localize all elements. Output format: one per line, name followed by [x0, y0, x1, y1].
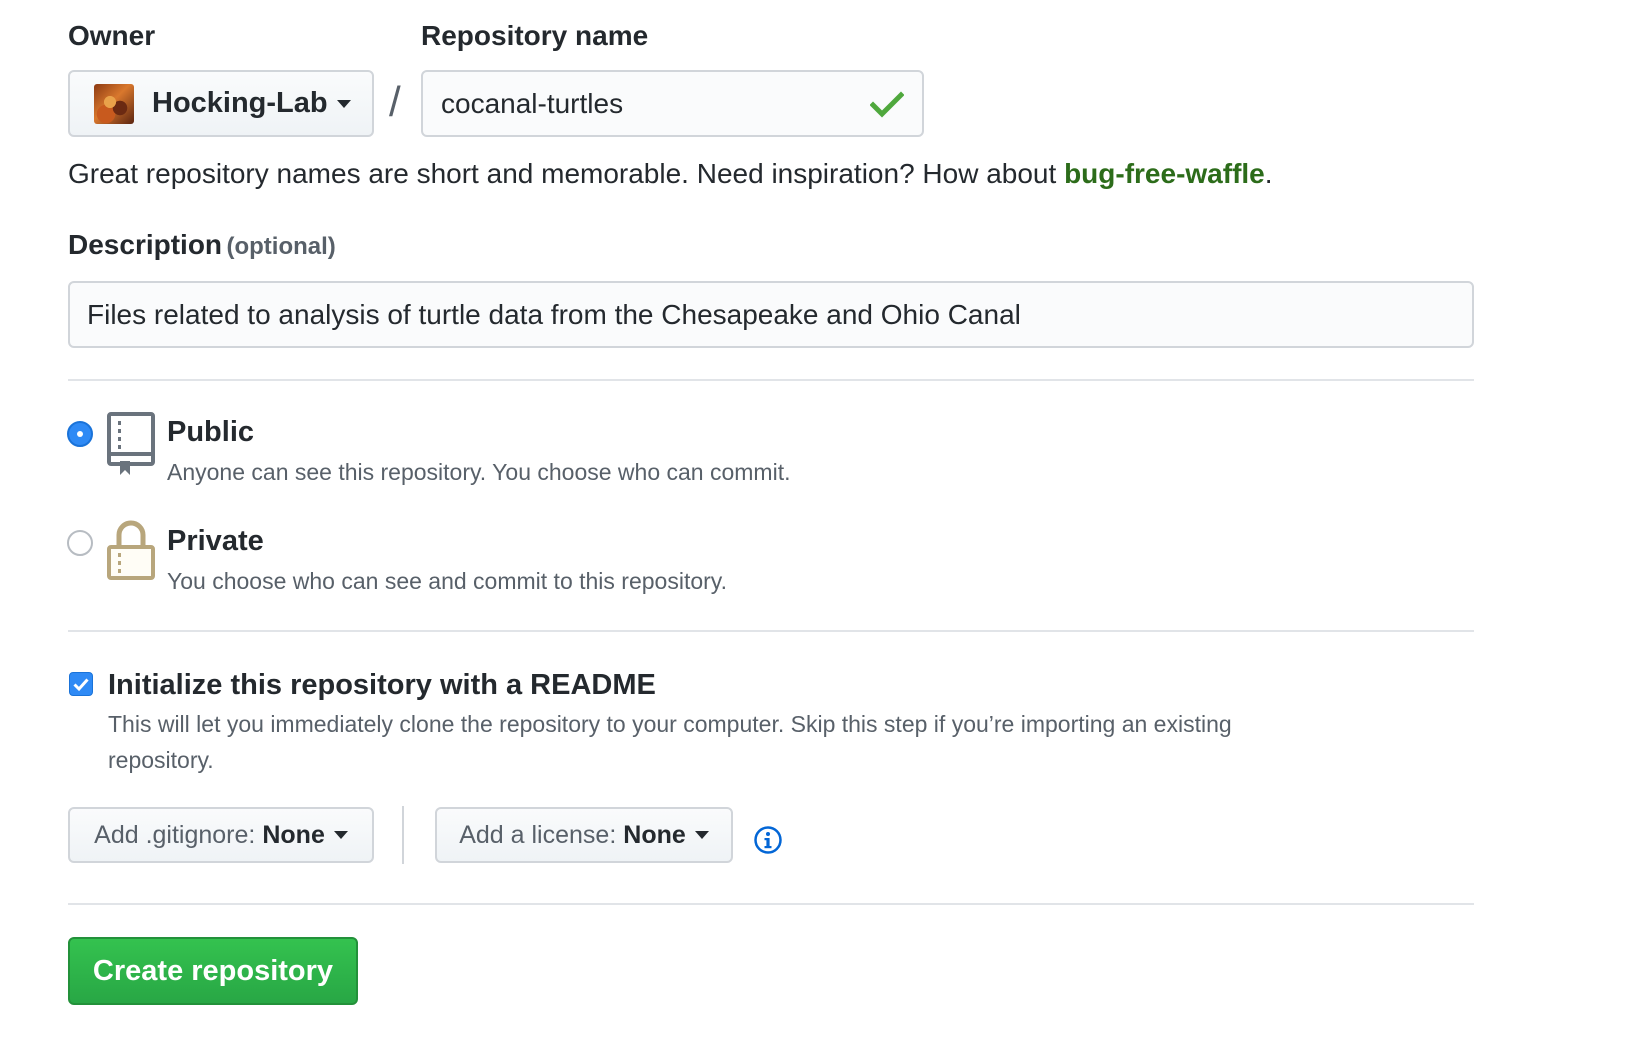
description-label: Description — [68, 229, 223, 260]
repo-name-value: cocanal-turtles — [441, 87, 624, 119]
divider — [68, 379, 1474, 381]
readme-label: Initialize this repository with a README — [108, 669, 656, 701]
public-radio[interactable] — [67, 421, 93, 447]
chevron-down-icon — [336, 99, 351, 108]
license-select[interactable]: Add a license: None — [435, 807, 733, 863]
private-description: You choose who can see and commit to thi… — [167, 568, 727, 594]
owner-repo-separator: / — [389, 78, 401, 125]
chevron-down-icon — [694, 831, 709, 839]
hint-text: Great repository names are short and mem… — [68, 158, 1065, 189]
create-repository-button[interactable]: Create repository — [68, 937, 358, 1005]
readme-description-line2: repository. — [108, 747, 214, 773]
public-description: Anyone can see this repository. You choo… — [167, 459, 791, 485]
repo-icon — [107, 412, 155, 475]
gitignore-label: Add .gitignore: — [94, 820, 256, 849]
public-title: Public — [167, 416, 255, 448]
gitignore-value: None — [262, 820, 325, 849]
readme-checkbox[interactable] — [69, 672, 93, 696]
divider — [68, 630, 1474, 632]
readme-description-line1: This will let you immediately clone the … — [108, 711, 1232, 737]
gitignore-select[interactable]: Add .gitignore: None — [68, 807, 374, 863]
owner-label: Owner — [68, 20, 156, 51]
private-radio[interactable] — [67, 530, 93, 556]
description-label-row: Description (optional) — [68, 229, 336, 261]
repo-name-input[interactable]: cocanal-turtles — [421, 70, 924, 137]
description-optional-note: (optional) — [226, 233, 336, 260]
license-label: Add a license: — [459, 820, 617, 849]
name-suggestion-link[interactable]: bug-free-waffle — [1064, 158, 1265, 189]
info-icon[interactable] — [753, 825, 783, 855]
divider — [68, 903, 1474, 905]
repo-name-label: Repository name — [421, 20, 649, 51]
license-value: None — [623, 820, 686, 849]
select-separator — [402, 806, 404, 864]
description-value: Files related to analysis of turtle data… — [87, 298, 1021, 330]
description-input[interactable]: Files related to analysis of turtle data… — [68, 281, 1474, 348]
owner-name: Hocking-Lab — [152, 87, 328, 119]
hint-suffix: . — [1264, 158, 1273, 189]
repo-name-hint: Great repository names are short and mem… — [68, 158, 1273, 190]
check-icon — [870, 91, 904, 118]
lock-icon — [107, 520, 155, 580]
checkmark-icon — [73, 678, 89, 692]
private-title: Private — [167, 525, 264, 557]
owner-select[interactable]: Hocking-Lab — [68, 70, 374, 137]
owner-avatar — [94, 83, 134, 124]
chevron-down-icon — [333, 831, 348, 839]
